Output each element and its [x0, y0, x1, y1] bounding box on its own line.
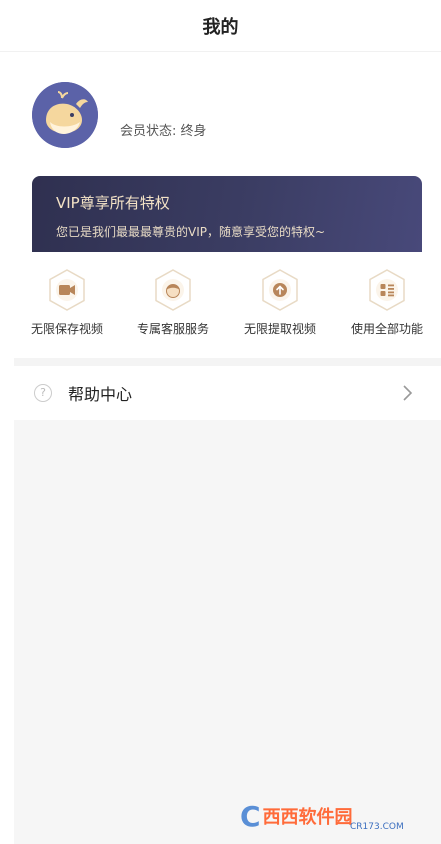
vip-card-title: VIP尊享所有特权 [56, 194, 170, 212]
whale-avatar-icon [32, 82, 98, 148]
feature-label: 专属客服服务 [136, 322, 209, 336]
feature-label: 无限提取视频 [243, 322, 316, 336]
top-nav-bar: 我的 [0, 0, 441, 52]
member-status-text: 会员状态: 终身 [120, 124, 207, 139]
feature-grid: 无限保存视频 专属客服服务 无限提取视频 使用全部功能 [14, 252, 441, 356]
video-camera-icon [49, 269, 85, 311]
watermark-url: CR173.COM [350, 822, 404, 832]
content-area [14, 420, 441, 844]
chevron-right-icon [403, 385, 413, 401]
profile-section: 会员状态: 终身 [0, 52, 441, 174]
help-center-row[interactable]: ? 帮助中心 [14, 366, 441, 420]
feature-item-save-video[interactable]: 无限保存视频 [14, 268, 120, 358]
all-functions-icon [369, 269, 405, 311]
vip-privilege-card[interactable]: VIP尊享所有特权 您已是我们最最最尊贵的VIP，随意享受您的特权~ [32, 176, 422, 252]
feature-item-extract-video[interactable]: 无限提取视频 [227, 268, 333, 358]
question-mark-icon: ? [34, 384, 52, 402]
section-divider [14, 358, 441, 366]
feature-item-all-functions[interactable]: 使用全部功能 [334, 268, 440, 358]
avatar[interactable] [32, 82, 98, 148]
page-title: 我的 [202, 16, 239, 38]
help-center-label: 帮助中心 [68, 385, 133, 404]
extract-upload-icon [262, 269, 298, 311]
watermark-logo: C [240, 799, 261, 833]
watermark-brand: 西西软件园 [262, 807, 353, 828]
customer-service-icon [155, 269, 191, 311]
feature-label: 使用全部功能 [350, 322, 423, 336]
feature-label: 无限保存视频 [30, 322, 103, 336]
vip-card-description: 您已是我们最最最尊贵的VIP，随意享受您的特权~ [56, 225, 326, 239]
site-watermark: C 西西软件园 CR173.COM [240, 796, 420, 836]
feature-item-customer-service[interactable]: 专属客服服务 [120, 268, 226, 358]
